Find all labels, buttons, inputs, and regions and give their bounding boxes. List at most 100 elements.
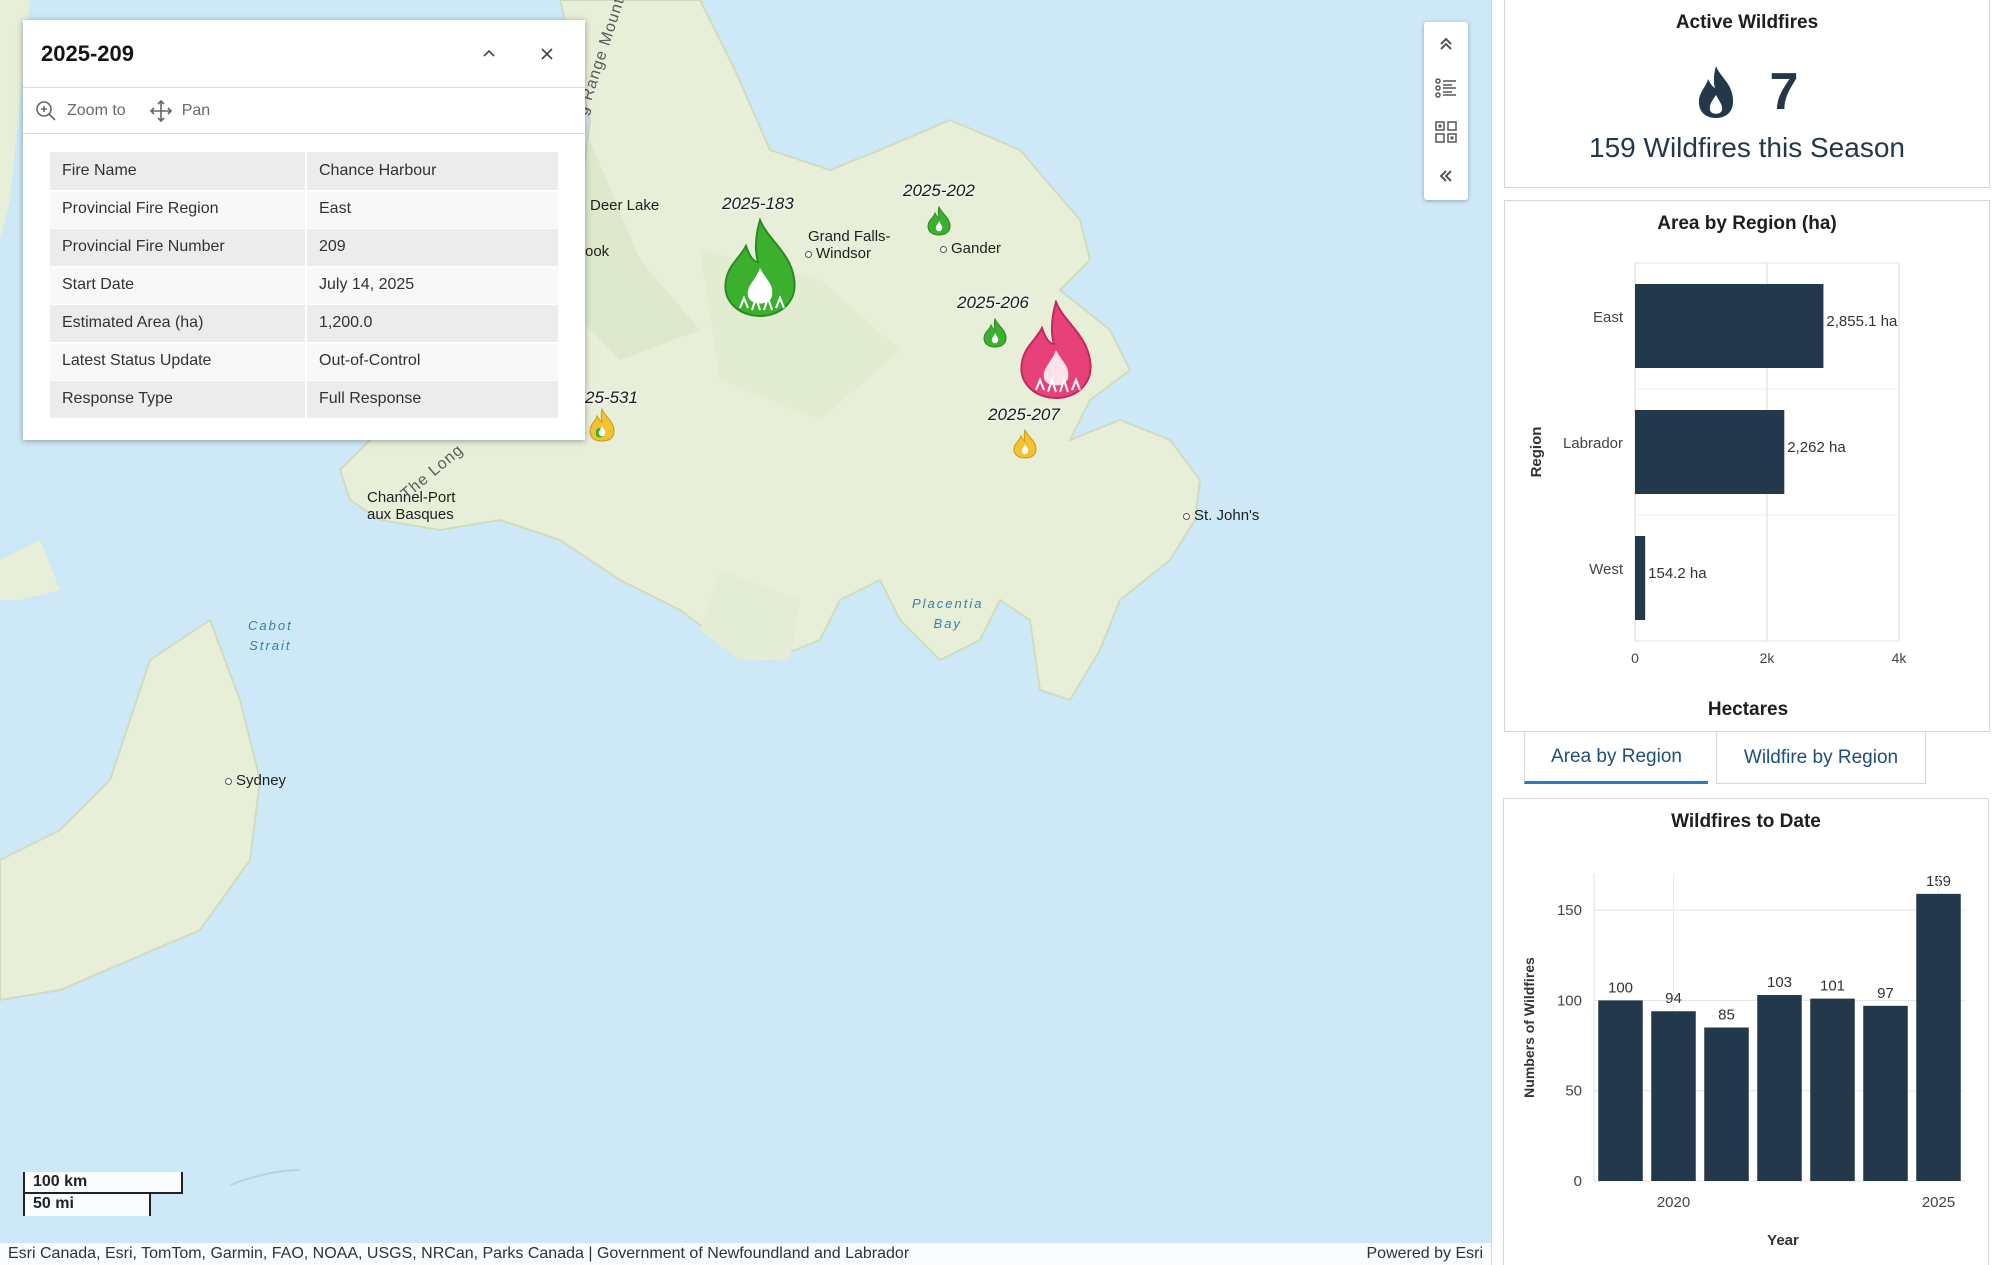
place-deer-lake: Deer Lake	[590, 197, 660, 214]
attr-value: 209	[306, 228, 558, 267]
powered-by-esri[interactable]: Powered by Esri	[1367, 1245, 1484, 1263]
active-wildfires-title: Active Wildfires	[1675, 12, 1819, 33]
y-axis-title: Region	[1528, 427, 1545, 478]
chevron-up-icon	[483, 49, 495, 57]
water-placentia-bay: Placentia Bay	[912, 596, 984, 631]
fire-label-2025-207: 2025-207	[988, 405, 1060, 424]
data-label: 97	[1877, 985, 1894, 1002]
double-chevron-up-icon	[1440, 37, 1452, 50]
data-label: 101	[1820, 978, 1845, 995]
fire-marker-2025-183[interactable]	[718, 218, 802, 318]
x-axis-title: Year	[1767, 1232, 1799, 1249]
data-label: 103	[1767, 974, 1792, 991]
bar-2020	[1651, 1011, 1696, 1181]
table-row: Estimated Area (ha) 1,200.0	[50, 304, 558, 343]
wildfires-to-date-card: Wildfires to Date 0 50 100 150 100 94 85 103 101…	[1503, 798, 1989, 1265]
close-icon	[541, 47, 553, 60]
legend-button[interactable]	[1424, 66, 1468, 110]
y-tick-label: 50	[1565, 1083, 1582, 1100]
y-tick-label: 100	[1557, 992, 1582, 1009]
table-row: Provincial Fire Number 209	[50, 228, 558, 267]
table-row: Start Date July 14, 2025	[50, 266, 558, 305]
attribute-table: Fire Name Chance Harbour Provincial Fire …	[50, 152, 558, 419]
fire-marker-2025-531[interactable]	[587, 408, 617, 442]
fire-marker-2025-202[interactable]	[926, 206, 952, 236]
data-label: 2,262 ha	[1787, 439, 1846, 456]
active-wildfires-card: Active Wildfires 7 159 Wildfires this Se…	[1504, 0, 1990, 188]
map-toolbar	[1424, 22, 1468, 200]
bar-2022	[1757, 994, 1802, 1181]
place-st-johns: St. John's	[1183, 507, 1259, 525]
season-total: 159 Wildfires this Season	[1589, 132, 1905, 163]
pan-label: Pan	[181, 101, 211, 119]
table-row: Latest Status Update Out-of-Control	[50, 342, 558, 381]
bar-2019	[1598, 1000, 1643, 1181]
popup-title: 2025-209	[41, 40, 134, 66]
collapse-up-button[interactable]	[1424, 22, 1468, 66]
attr-value: 1,200.0	[306, 304, 558, 343]
scale-bar: 100 km 50 mi	[23, 1172, 183, 1216]
pan-button[interactable]: Pan	[149, 99, 211, 122]
attr-key: Latest Status Update	[50, 342, 307, 381]
fire-label-2025-202: 2025-202	[903, 181, 975, 200]
x-tick-label: 0	[1631, 650, 1639, 666]
grid-icon	[1435, 121, 1457, 143]
x-tick-label: 4k	[1892, 650, 1908, 666]
fire-marker-2025-206[interactable]	[982, 318, 1008, 348]
table-row: Fire Name Chance Harbour	[50, 152, 558, 191]
data-label: 100	[1608, 979, 1633, 996]
attr-value: July 14, 2025	[306, 266, 558, 305]
fire-marker-2025-209-selected[interactable]	[1014, 300, 1098, 400]
y-tick-label: West	[1589, 561, 1624, 578]
bar-2021	[1704, 1027, 1749, 1181]
tab-wildfire-by-region[interactable]: Wildfire by Region	[1716, 732, 1926, 784]
bar-2025	[1916, 893, 1961, 1181]
place-sydney: Sydney	[225, 772, 286, 790]
table-row: Response Type Full Response	[50, 380, 558, 419]
tab-area-by-region[interactable]: Area by Region	[1524, 732, 1708, 784]
attr-key: Estimated Area (ha)	[50, 304, 307, 343]
popup-actions: Zoom to Pan	[23, 88, 585, 134]
bar-2024	[1863, 1005, 1908, 1181]
area-by-region-chart: 0 2k 4k East 2,855.1 ha Labrador 2,262 ha West 1…	[1528, 262, 1908, 720]
y-tick-label: 0	[1574, 1173, 1582, 1190]
data-label: 85	[1718, 1007, 1735, 1024]
place-gander: Gander	[940, 240, 1001, 258]
attr-value: Full Response	[306, 380, 558, 419]
collapse-toolbar-button[interactable]	[1424, 154, 1468, 198]
popup-collapse-button[interactable]	[469, 34, 509, 74]
fire-marker-2025-207[interactable]	[1012, 429, 1038, 459]
attr-key: Provincial Fire Number	[50, 228, 307, 267]
x-axis-title: Hectares	[1708, 699, 1788, 720]
bar-labrador	[1635, 410, 1785, 494]
popup-close-button[interactable]	[527, 34, 567, 74]
chart-tabs: Area by Region Wildfire by Region	[1524, 732, 1926, 784]
attr-key: Start Date	[50, 266, 307, 305]
place-grand-falls-windsor: Grand Falls- Windsor	[805, 228, 891, 262]
pan-icon	[149, 99, 172, 122]
bar-west	[1635, 536, 1646, 620]
bar-east	[1635, 284, 1824, 368]
table-row: Provincial Fire Region East	[50, 190, 558, 229]
zoom-to-button[interactable]: Zoom to	[35, 100, 126, 122]
scale-mi: 50 mi	[23, 1194, 151, 1216]
data-label: 2,855.1 ha	[1826, 313, 1898, 330]
attr-key: Response Type	[50, 380, 307, 419]
double-chevron-left-icon	[1439, 170, 1452, 182]
active-wildfires-count: 7	[1769, 63, 1799, 121]
attr-value: Out-of-Control	[306, 342, 558, 381]
water-cabot-strait: Cabot Strait	[248, 618, 293, 653]
attr-value: Chance Harbour	[306, 152, 558, 191]
attr-key: Provincial Fire Region	[50, 190, 307, 229]
y-tick-label: Labrador	[1563, 435, 1623, 452]
y-axis-title: Numbers of Wildfires	[1521, 957, 1537, 1098]
x-tick-label: 2020	[1657, 1194, 1690, 1211]
x-tick-label: 2k	[1760, 650, 1776, 666]
list-icon	[1435, 78, 1456, 98]
map-attribution: Esri Canada, Esri, TomTom, Garmin, FAO, …	[0, 1243, 1491, 1265]
scale-km: 100 km	[23, 1172, 183, 1194]
y-tick-label: East	[1593, 309, 1624, 326]
fire-label-2025-531: 25-531	[585, 388, 638, 407]
basemap-gallery-button[interactable]	[1424, 110, 1468, 154]
popup-header: 2025-209	[23, 20, 585, 88]
